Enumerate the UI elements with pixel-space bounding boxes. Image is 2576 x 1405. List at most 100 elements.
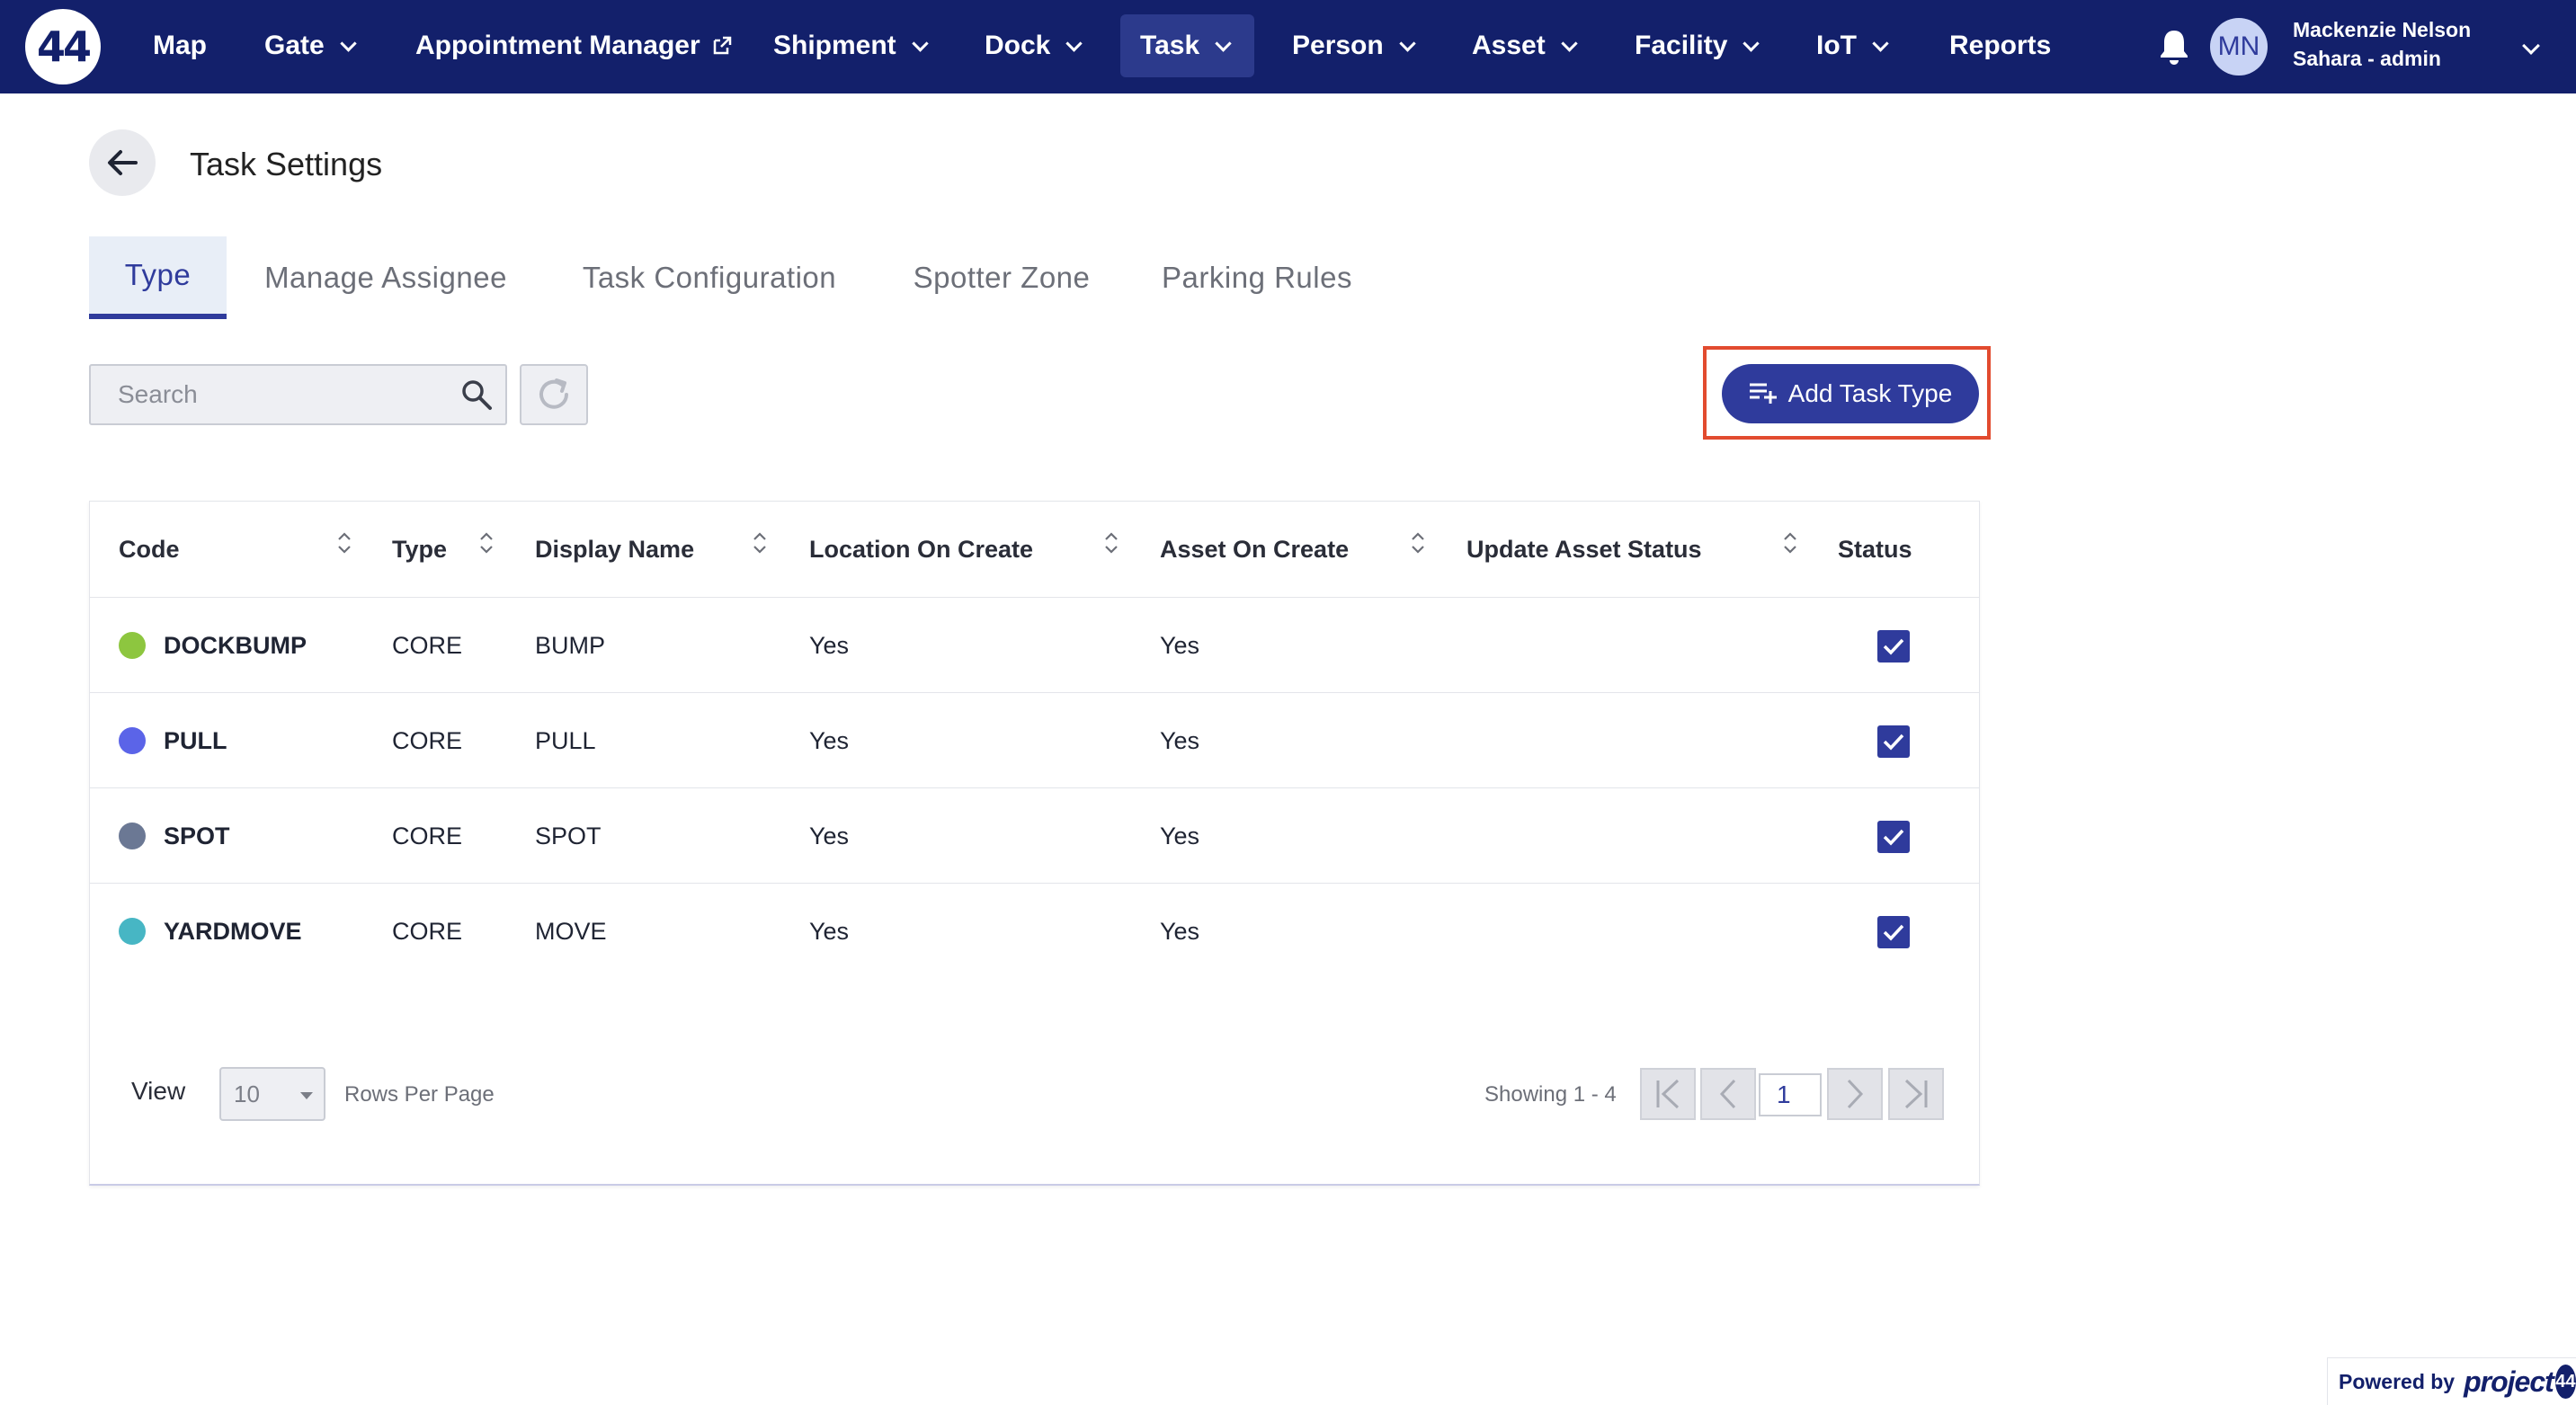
cell-type: CORE bbox=[392, 631, 463, 659]
chevron-down-icon bbox=[1743, 34, 1760, 52]
task-types-table: Code Type Display Name Location On Creat… bbox=[89, 501, 1980, 1186]
user-name[interactable]: Mackenzie Nelson bbox=[2293, 18, 2471, 42]
refresh-button[interactable] bbox=[520, 364, 588, 425]
playlist-add-icon bbox=[1749, 383, 1777, 404]
first-page-button[interactable] bbox=[1640, 1068, 1696, 1120]
cell-type: CORE bbox=[392, 822, 463, 849]
column-header-code[interactable]: Code bbox=[119, 502, 180, 597]
powered-by-badge[interactable]: Powered by project 44 bbox=[2327, 1357, 2576, 1405]
caret-down-icon bbox=[300, 1092, 313, 1099]
cell-location-on-create: Yes bbox=[809, 822, 850, 849]
sort-icon[interactable] bbox=[335, 530, 353, 556]
chevron-down-icon[interactable] bbox=[2522, 37, 2540, 55]
nav-item-dock[interactable]: Dock bbox=[985, 14, 1083, 77]
cell-display-name: PULL bbox=[535, 726, 596, 754]
status-checkbox[interactable] bbox=[1877, 725, 1910, 758]
nav-item-gate[interactable]: Gate bbox=[264, 14, 357, 77]
nav-item-reports[interactable]: Reports bbox=[1949, 14, 2051, 77]
nav-item-appointment-manager[interactable]: Appointment Manager bbox=[415, 14, 733, 77]
add-task-type-label: Add Task Type bbox=[1787, 379, 1953, 407]
chevron-down-icon bbox=[1561, 34, 1578, 52]
tab-task-configuration[interactable]: Task Configuration bbox=[559, 236, 860, 319]
cell-display-name: MOVE bbox=[535, 917, 607, 945]
sort-icon[interactable] bbox=[1409, 530, 1427, 556]
cell-display-name: BUMP bbox=[535, 631, 606, 659]
nav-item-iot[interactable]: IoT bbox=[1816, 14, 1889, 77]
nav-item-label: Appointment Manager bbox=[415, 31, 700, 60]
table-row[interactable]: YARDMOVE CORE MOVE Yes Yes bbox=[90, 883, 1979, 978]
cell-display-name: SPOT bbox=[535, 822, 602, 849]
add-task-type-button[interactable]: Add Task Type bbox=[1722, 364, 1979, 423]
nav-item-label: Facility bbox=[1635, 31, 1728, 60]
view-label: View bbox=[131, 1077, 186, 1105]
nav-item-label: Person bbox=[1292, 31, 1384, 60]
table-row[interactable]: SPOT CORE SPOT Yes Yes bbox=[90, 787, 1979, 883]
arrow-left-icon bbox=[108, 150, 138, 175]
column-header-location-on-create[interactable]: Location On Create bbox=[809, 502, 1033, 597]
cell-code: DOCKBUMP bbox=[164, 631, 307, 659]
table-row[interactable]: PULL CORE PULL Yes Yes bbox=[90, 692, 1979, 787]
status-checkbox[interactable] bbox=[1877, 630, 1910, 662]
bell-icon[interactable] bbox=[2156, 27, 2192, 67]
next-page-button[interactable] bbox=[1827, 1068, 1883, 1120]
column-header-type[interactable]: Type bbox=[392, 502, 447, 597]
column-header-asset-on-create[interactable]: Asset On Create bbox=[1160, 502, 1349, 597]
tab-spotter-zone[interactable]: Spotter Zone bbox=[894, 236, 1110, 319]
tab-manage-assignee[interactable]: Manage Assignee bbox=[243, 236, 529, 319]
user-avatar[interactable]: MN bbox=[2210, 18, 2268, 76]
project44-logo[interactable]: 44 bbox=[25, 9, 101, 84]
chevron-right-icon bbox=[1847, 1079, 1864, 1109]
status-checkbox[interactable] bbox=[1877, 916, 1910, 948]
column-header-display-name[interactable]: Display Name bbox=[535, 502, 694, 597]
chevron-down-icon bbox=[1065, 34, 1083, 52]
cell-location-on-create: Yes bbox=[809, 726, 850, 754]
cell-location-on-create: Yes bbox=[809, 631, 850, 659]
cell-asset-on-create: Yes bbox=[1160, 917, 1200, 945]
nav-item-label: Gate bbox=[264, 31, 325, 60]
rows-per-page-label: Rows Per Page bbox=[344, 1082, 495, 1107]
cell-location-on-create: Yes bbox=[809, 917, 850, 945]
status-checkbox[interactable] bbox=[1877, 821, 1910, 853]
check-icon bbox=[1883, 734, 1904, 751]
rows-per-page-value: 10 bbox=[234, 1080, 260, 1107]
sort-icon[interactable] bbox=[1781, 530, 1799, 556]
sort-icon[interactable] bbox=[1102, 530, 1120, 556]
back-button[interactable] bbox=[89, 129, 156, 196]
column-header-update-asset-status[interactable]: Update Asset Status bbox=[1466, 502, 1702, 597]
cell-asset-on-create: Yes bbox=[1160, 631, 1200, 659]
cell-asset-on-create: Yes bbox=[1160, 822, 1200, 849]
tab-parking-rules[interactable]: Parking Rules bbox=[1140, 236, 1374, 319]
nav-item-person[interactable]: Person bbox=[1292, 14, 1416, 77]
chevron-down-icon bbox=[911, 34, 929, 52]
refresh-icon bbox=[539, 378, 568, 409]
nav-item-facility[interactable]: Facility bbox=[1635, 14, 1760, 77]
brand-name: project bbox=[2464, 1365, 2554, 1398]
column-header-status[interactable]: Status bbox=[1838, 502, 1912, 597]
page-number-input[interactable]: 1 bbox=[1759, 1073, 1822, 1116]
tab-type[interactable]: Type bbox=[89, 236, 227, 319]
cell-asset-on-create: Yes bbox=[1160, 726, 1200, 754]
rows-per-page-select[interactable]: 10 bbox=[219, 1067, 325, 1121]
search-icon[interactable] bbox=[460, 378, 493, 411]
sort-icon[interactable] bbox=[477, 530, 495, 556]
external-link-icon bbox=[713, 36, 731, 55]
chevron-down-icon bbox=[340, 34, 357, 52]
last-page-icon bbox=[1904, 1079, 1928, 1109]
nav-item-label: Map bbox=[153, 31, 207, 60]
sort-icon[interactable] bbox=[751, 530, 769, 556]
table-row[interactable]: DOCKBUMP CORE BUMP Yes Yes bbox=[90, 597, 1979, 692]
check-icon bbox=[1883, 829, 1904, 846]
last-page-button[interactable] bbox=[1888, 1068, 1944, 1120]
nav-item-label: IoT bbox=[1816, 31, 1857, 60]
nav-item-map[interactable]: Map bbox=[153, 14, 207, 77]
user-role[interactable]: Sahara - admin bbox=[2293, 47, 2441, 71]
page-title: Task Settings bbox=[190, 146, 383, 182]
search-input[interactable] bbox=[91, 366, 450, 423]
nav-item-asset[interactable]: Asset bbox=[1472, 14, 1578, 77]
task-color-dot bbox=[119, 823, 146, 849]
chevron-down-icon bbox=[1215, 34, 1232, 52]
search-box bbox=[89, 364, 507, 425]
nav-item-task[interactable]: Task bbox=[1120, 14, 1254, 77]
previous-page-button[interactable] bbox=[1700, 1068, 1756, 1120]
nav-item-shipment[interactable]: Shipment bbox=[773, 14, 929, 77]
